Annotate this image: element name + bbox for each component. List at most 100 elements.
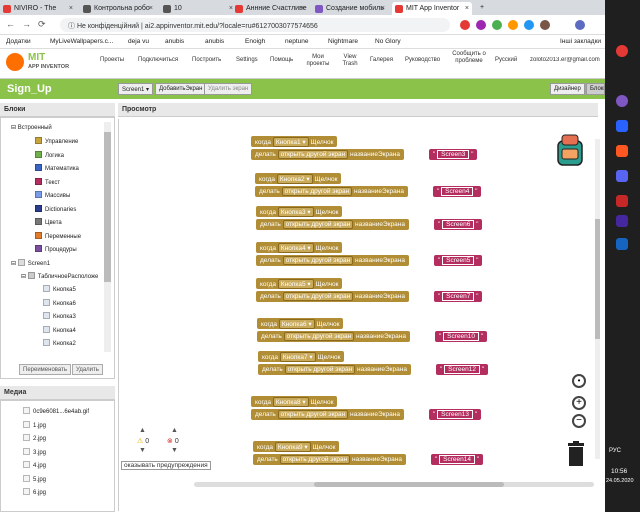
menu-gallery[interactable]: Галерея (370, 57, 393, 64)
app-icon[interactable] (616, 145, 628, 157)
discord-icon[interactable] (616, 170, 628, 182)
media-file[interactable]: 1.jpg (23, 420, 46, 429)
viber-icon[interactable] (616, 95, 628, 107)
chevron-up-icon[interactable]: ▲ (139, 427, 146, 434)
component-item[interactable]: Кнопка2 (43, 339, 76, 347)
zoom-out-icon[interactable]: − (572, 414, 586, 428)
component-dropdown[interactable]: Кнопка7 ▾ (279, 352, 316, 362)
menu-connect[interactable]: Подключиться (138, 57, 178, 64)
media-file[interactable]: 4.jpg (23, 461, 46, 469)
rename-button[interactable]: Переименовать (19, 364, 71, 375)
reload-icon[interactable]: ⟳ (38, 19, 46, 30)
chevron-up-icon[interactable]: ▲ (171, 427, 178, 434)
menu-help[interactable]: Помощь (270, 57, 293, 64)
menu-build[interactable]: Построить (192, 57, 221, 64)
component-item[interactable]: Кнопка4 (43, 325, 76, 334)
component-dropdown[interactable]: Кнопка8 ▾ (272, 397, 309, 407)
chrome-icon[interactable] (616, 45, 628, 57)
designer-button[interactable]: Дизайнер (550, 83, 585, 95)
menu-account[interactable]: zoloto2013.er@gmail.com (530, 57, 602, 64)
extension-icon[interactable] (476, 20, 486, 30)
component-dropdown[interactable]: Кнопка4 ▾ (277, 243, 314, 253)
extension-icon[interactable] (524, 20, 534, 30)
back-icon[interactable]: ← (6, 19, 15, 29)
component-dropdown[interactable]: Кнопка9 ▾ (274, 442, 311, 452)
backpack-icon[interactable] (552, 131, 588, 169)
chevron-down-icon[interactable]: ▼ (171, 447, 178, 454)
remove-screen-button[interactable]: Удалить экран (204, 83, 253, 95)
component-item[interactable]: Кнопка6 (43, 298, 76, 307)
text-string-block[interactable]: " Screen12 " (436, 364, 489, 375)
browser-tab[interactable]: 10 × (160, 2, 236, 15)
avatar[interactable] (575, 20, 585, 30)
builtin-item[interactable]: Текст (35, 177, 60, 186)
builtin-item[interactable]: Логика (35, 150, 64, 159)
builtin-item[interactable]: Переменные (35, 231, 81, 240)
bookmark[interactable]: anubis (205, 38, 224, 45)
browser-tab[interactable]: Аннние Счастливе × (232, 2, 308, 15)
menu-guide[interactable]: Руководство (405, 57, 440, 64)
teams-icon[interactable] (616, 215, 628, 227)
component-dropdown[interactable]: Кнопка1 ▾ (272, 137, 309, 147)
component-dropdown[interactable]: Кнопка2 ▾ (276, 174, 313, 184)
menu-projects[interactable]: Проекты (100, 57, 124, 64)
builtin-item[interactable]: Математика (35, 164, 79, 172)
media-file[interactable]: 2.jpg (23, 434, 46, 442)
component-dropdown[interactable]: Кнопка6 ▾ (278, 319, 315, 329)
bookmark[interactable]: MyLiveWallpapers.c... (50, 38, 113, 45)
builtin-item[interactable]: Dictionaries (35, 204, 76, 213)
close-icon[interactable]: × (301, 5, 305, 12)
vertical-scrollbar[interactable] (595, 139, 600, 459)
new-tab-icon[interactable]: + (476, 2, 490, 15)
component-dropdown[interactable]: Кнопка3 ▾ (277, 207, 314, 217)
bookmark[interactable]: No Glory (375, 38, 401, 45)
scrollbar[interactable] (104, 122, 111, 352)
text-string-block[interactable]: " Screen13 " (429, 409, 482, 420)
builtin-item[interactable]: Процедуры (35, 245, 77, 253)
menu-settings[interactable]: Settings (236, 57, 258, 64)
tree-layout[interactable]: ⊟ ТабличноеРасположе (21, 272, 98, 280)
close-icon[interactable]: × (465, 5, 469, 12)
browser-tab[interactable]: Контрольна робо × (80, 2, 156, 15)
browser-tab[interactable]: MIT App Inventor × (392, 2, 472, 15)
text-string-block[interactable]: " Screen4 " (433, 186, 482, 197)
builtin-item[interactable]: Массивы (35, 191, 70, 199)
text-string-block[interactable]: " Screen10 " (435, 331, 488, 342)
center-icon[interactable]: • (572, 374, 586, 388)
bookmark[interactable]: Додатки (6, 38, 31, 45)
text-string-block[interactable]: " Screen7 " (434, 291, 483, 302)
tree-builtin[interactable]: ⊟ Встроенный (11, 124, 52, 131)
media-file[interactable]: 5.jpg (23, 474, 46, 483)
bookmark[interactable]: deja vu (128, 38, 149, 45)
close-icon[interactable]: × (69, 5, 73, 12)
close-icon[interactable]: × (149, 5, 153, 12)
word-icon[interactable] (616, 120, 628, 132)
error-counter[interactable]: ⊗ 0 (167, 437, 179, 445)
media-file[interactable]: 6.jpg (23, 488, 46, 496)
builtin-item[interactable]: Управление (35, 137, 78, 145)
horizontal-scrollbar[interactable] (194, 482, 594, 487)
text-string-block[interactable]: " Screen6 " (434, 219, 483, 230)
show-warnings-button[interactable]: оказывать предупреждения (121, 461, 211, 470)
steam-icon[interactable] (616, 238, 628, 250)
bookmark[interactable]: anubis (165, 38, 184, 45)
bookmark[interactable]: Nightmare (328, 38, 358, 45)
component-item[interactable]: Кнопка5 (43, 285, 76, 293)
bookmark[interactable]: Інші закладки (560, 38, 601, 45)
warning-counter[interactable]: ⚠ 0 (137, 437, 149, 445)
browser-tab[interactable]: Создание мобиль × (312, 2, 388, 15)
zoom-in-icon[interactable]: + (572, 396, 586, 410)
blocks-workspace[interactable]: • + − ⚠ 0 ⊗ 0 ▲ ▲ ▼ ▼ оказывать предупре… (118, 119, 600, 511)
builtin-item[interactable]: Цвета (35, 218, 62, 226)
menu-report-issue[interactable]: Сообщить о проблеме (452, 51, 486, 65)
component-dropdown[interactable]: Кнопка5 ▾ (277, 279, 314, 289)
language-indicator[interactable]: РУС (609, 448, 621, 454)
add-screen-button[interactable]: ДобавитьЭкран (155, 83, 207, 95)
component-item[interactable]: Кнопка3 (43, 312, 76, 320)
browser-tab[interactable]: NIVIRO - The × (0, 2, 76, 15)
menu-view-trash[interactable]: View Trash (340, 54, 360, 68)
bookmark[interactable]: neptune (285, 38, 309, 45)
tree-screen1[interactable]: ⊟ Screen1 (11, 259, 50, 267)
menu-language[interactable]: Русский (495, 57, 517, 64)
extension-icon[interactable] (508, 20, 518, 30)
